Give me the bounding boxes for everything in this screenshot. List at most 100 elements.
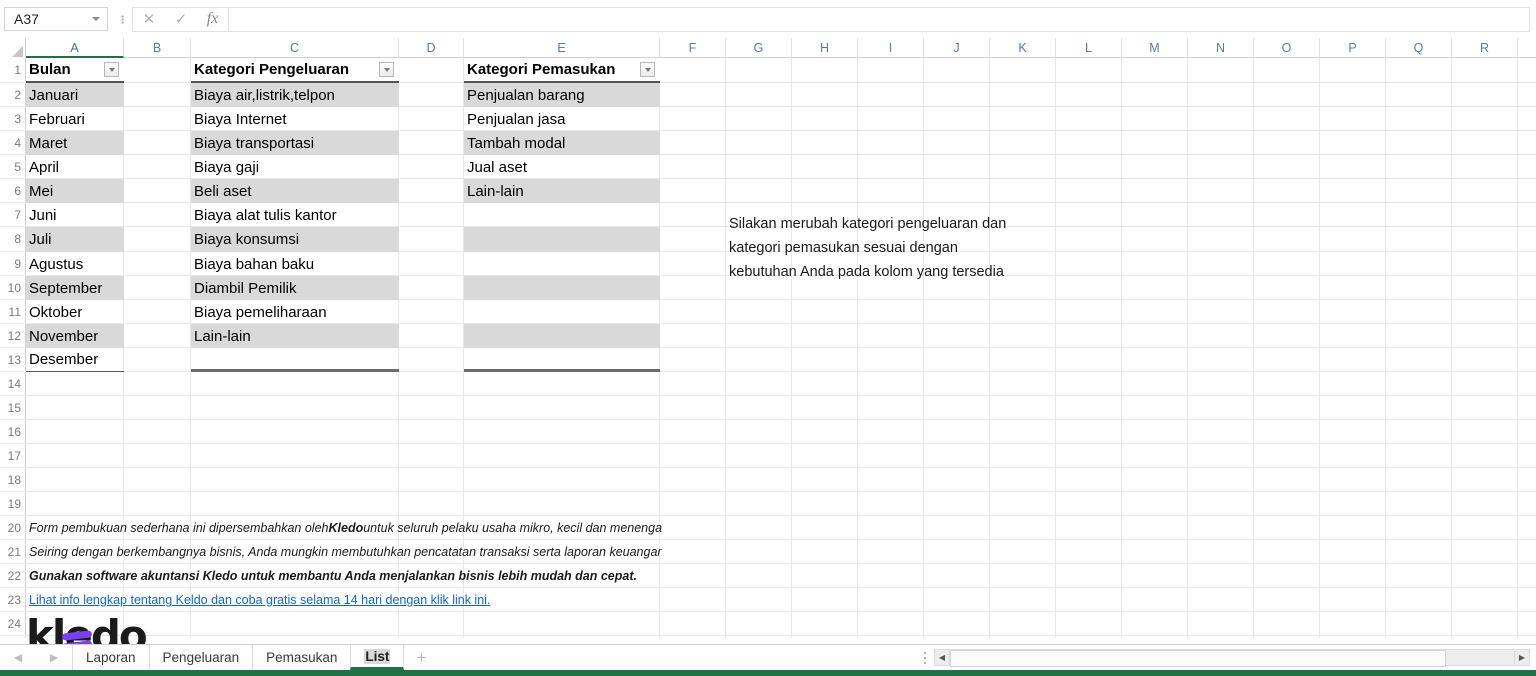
row-header-22[interactable]: 22 (0, 564, 26, 588)
column-header-o[interactable]: O (1254, 38, 1320, 58)
add-sheet-icon[interactable]: + (404, 645, 438, 670)
row-header-19[interactable]: 19 (0, 492, 26, 516)
fx-insert-function-icon[interactable]: fx (207, 11, 219, 27)
table-row[interactable]: April (26, 155, 124, 179)
table-row[interactable]: Biaya bahan baku (191, 252, 399, 276)
sheet-tab-pemasukan[interactable]: Pemasukan (252, 645, 350, 670)
filter-button-kategori-pengeluaran[interactable] (379, 62, 394, 77)
select-all-corner[interactable] (0, 38, 26, 58)
row-header-24[interactable]: 24 (0, 612, 26, 636)
table-row[interactable]: Biaya alat tulis kantor (191, 203, 399, 227)
table-row[interactable]: Biaya air,listrik,telpon (191, 83, 399, 107)
row-header-11[interactable]: 11 (0, 300, 26, 324)
row-header-21[interactable]: 21 (0, 540, 26, 564)
table-row[interactable] (464, 203, 660, 227)
column-header-g[interactable]: G (726, 38, 792, 58)
nav-prev-icon[interactable]: ◀ (14, 651, 22, 664)
column-header-d[interactable]: D (399, 38, 464, 58)
horizontal-scrollbar[interactable]: ◀ ▶ (916, 645, 1536, 670)
table-row[interactable]: Diambil Pemilik (191, 276, 399, 300)
column-header-b[interactable]: B (124, 38, 191, 58)
row-header-10[interactable]: 10 (0, 276, 26, 300)
column-header-f[interactable]: F (660, 38, 726, 58)
row-header-12[interactable]: 12 (0, 324, 26, 348)
row-header-18[interactable]: 18 (0, 468, 26, 492)
table-row[interactable]: Biaya gaji (191, 155, 399, 179)
table-row[interactable]: Februari (26, 107, 124, 131)
row-header-4[interactable]: 4 (0, 131, 26, 155)
row-header-2[interactable]: 2 (0, 83, 26, 107)
name-box[interactable]: A37 (4, 7, 108, 31)
table-row[interactable]: Biaya konsumsi (191, 227, 399, 252)
table-row[interactable]: Biaya transportasi (191, 131, 399, 155)
column-header-n[interactable]: N (1188, 38, 1254, 58)
table-header-kategori-pengeluaran[interactable]: Kategori Pengeluaran (191, 58, 399, 83)
table-row[interactable]: Lain-lain (191, 324, 399, 348)
table-row[interactable]: Mei (26, 179, 124, 203)
row-header-3[interactable]: 3 (0, 107, 26, 131)
table-row[interactable]: Tambah modal (464, 131, 660, 155)
column-header-c[interactable]: C (191, 38, 399, 58)
column-header-a[interactable]: A (26, 38, 124, 58)
table-row[interactable]: November (26, 324, 124, 348)
row-header-8[interactable]: 8 (0, 227, 26, 252)
table-row[interactable] (464, 324, 660, 348)
formula-input[interactable] (228, 6, 1530, 32)
footer-row-21[interactable]: Seiring dengan berkembangnya bisnis, And… (29, 540, 662, 564)
column-header-l[interactable]: L (1056, 38, 1122, 58)
scroll-left-icon[interactable]: ◀ (934, 649, 950, 666)
row-header-5[interactable]: 5 (0, 155, 26, 179)
footer-row-22[interactable]: Gunakan software akuntansi Kledo untuk m… (29, 564, 662, 588)
table-row[interactable] (464, 348, 660, 372)
confirm-check-icon[interactable]: ✓ (175, 12, 188, 27)
table-row[interactable]: Biaya Internet (191, 107, 399, 131)
cancel-x-icon[interactable]: ✕ (143, 12, 156, 27)
footer-row-20[interactable]: Form pembukuan sederhana ini dipersembah… (29, 516, 662, 540)
row-header-1[interactable]: 1 (0, 58, 26, 83)
column-header-r[interactable]: R (1452, 38, 1518, 58)
table-row[interactable] (191, 348, 399, 372)
table-row[interactable]: September (26, 276, 124, 300)
row-header-7[interactable]: 7 (0, 203, 26, 227)
sheet-tab-pengeluaran[interactable]: Pengeluaran (148, 645, 253, 670)
table-row[interactable] (464, 276, 660, 300)
table-row[interactable] (464, 252, 660, 276)
table-row[interactable]: Maret (26, 131, 124, 155)
footer-link-text[interactable]: Lihat info lengkap tentang Keldo dan cob… (29, 593, 490, 607)
table-row[interactable]: Oktober (26, 300, 124, 324)
footer-hyperlink-row-23[interactable]: Lihat info lengkap tentang Keldo dan cob… (29, 588, 662, 612)
column-header-j[interactable]: J (924, 38, 990, 58)
chevron-down-icon[interactable] (92, 17, 100, 21)
column-header-m[interactable]: M (1122, 38, 1188, 58)
table-row[interactable]: Beli aset (191, 179, 399, 203)
column-header-q[interactable]: Q (1386, 38, 1452, 58)
column-header-p[interactable]: P (1320, 38, 1386, 58)
table-row[interactable]: Penjualan jasa (464, 107, 660, 131)
row-header-6[interactable]: 6 (0, 179, 26, 203)
table-row[interactable]: Jual aset (464, 155, 660, 179)
table-row[interactable] (464, 300, 660, 324)
table-row[interactable] (464, 227, 660, 252)
table-row[interactable]: Agustus (26, 252, 124, 276)
table-row[interactable]: Penjualan barang (464, 83, 660, 107)
column-header-h[interactable]: H (792, 38, 858, 58)
sheet-tab-list[interactable]: List (350, 645, 405, 670)
row-header-23[interactable]: 23 (0, 588, 26, 612)
filter-button-bulan[interactable] (104, 62, 119, 77)
scrollbar-thumb[interactable] (950, 650, 1447, 667)
column-header-k[interactable]: K (990, 38, 1056, 58)
row-header-20[interactable]: 20 (0, 516, 26, 540)
table-header-kategori-pemasukan[interactable]: Kategori Pemasukan (464, 58, 660, 83)
table-row[interactable]: Juni (26, 203, 124, 227)
row-header-9[interactable]: 9 (0, 252, 26, 276)
table-row[interactable]: Januari (26, 83, 124, 107)
table-row[interactable]: Lain-lain (464, 179, 660, 203)
row-header-13[interactable]: 13 (0, 348, 26, 372)
column-header-i[interactable]: I (858, 38, 924, 58)
table-row[interactable]: Juli (26, 227, 124, 252)
table-row[interactable]: Desember (26, 348, 124, 372)
column-header-e[interactable]: E (464, 38, 660, 58)
scrollbar-track[interactable] (950, 649, 1514, 667)
table-row[interactable]: Biaya pemeliharaan (191, 300, 399, 324)
row-header-16[interactable]: 16 (0, 420, 26, 444)
